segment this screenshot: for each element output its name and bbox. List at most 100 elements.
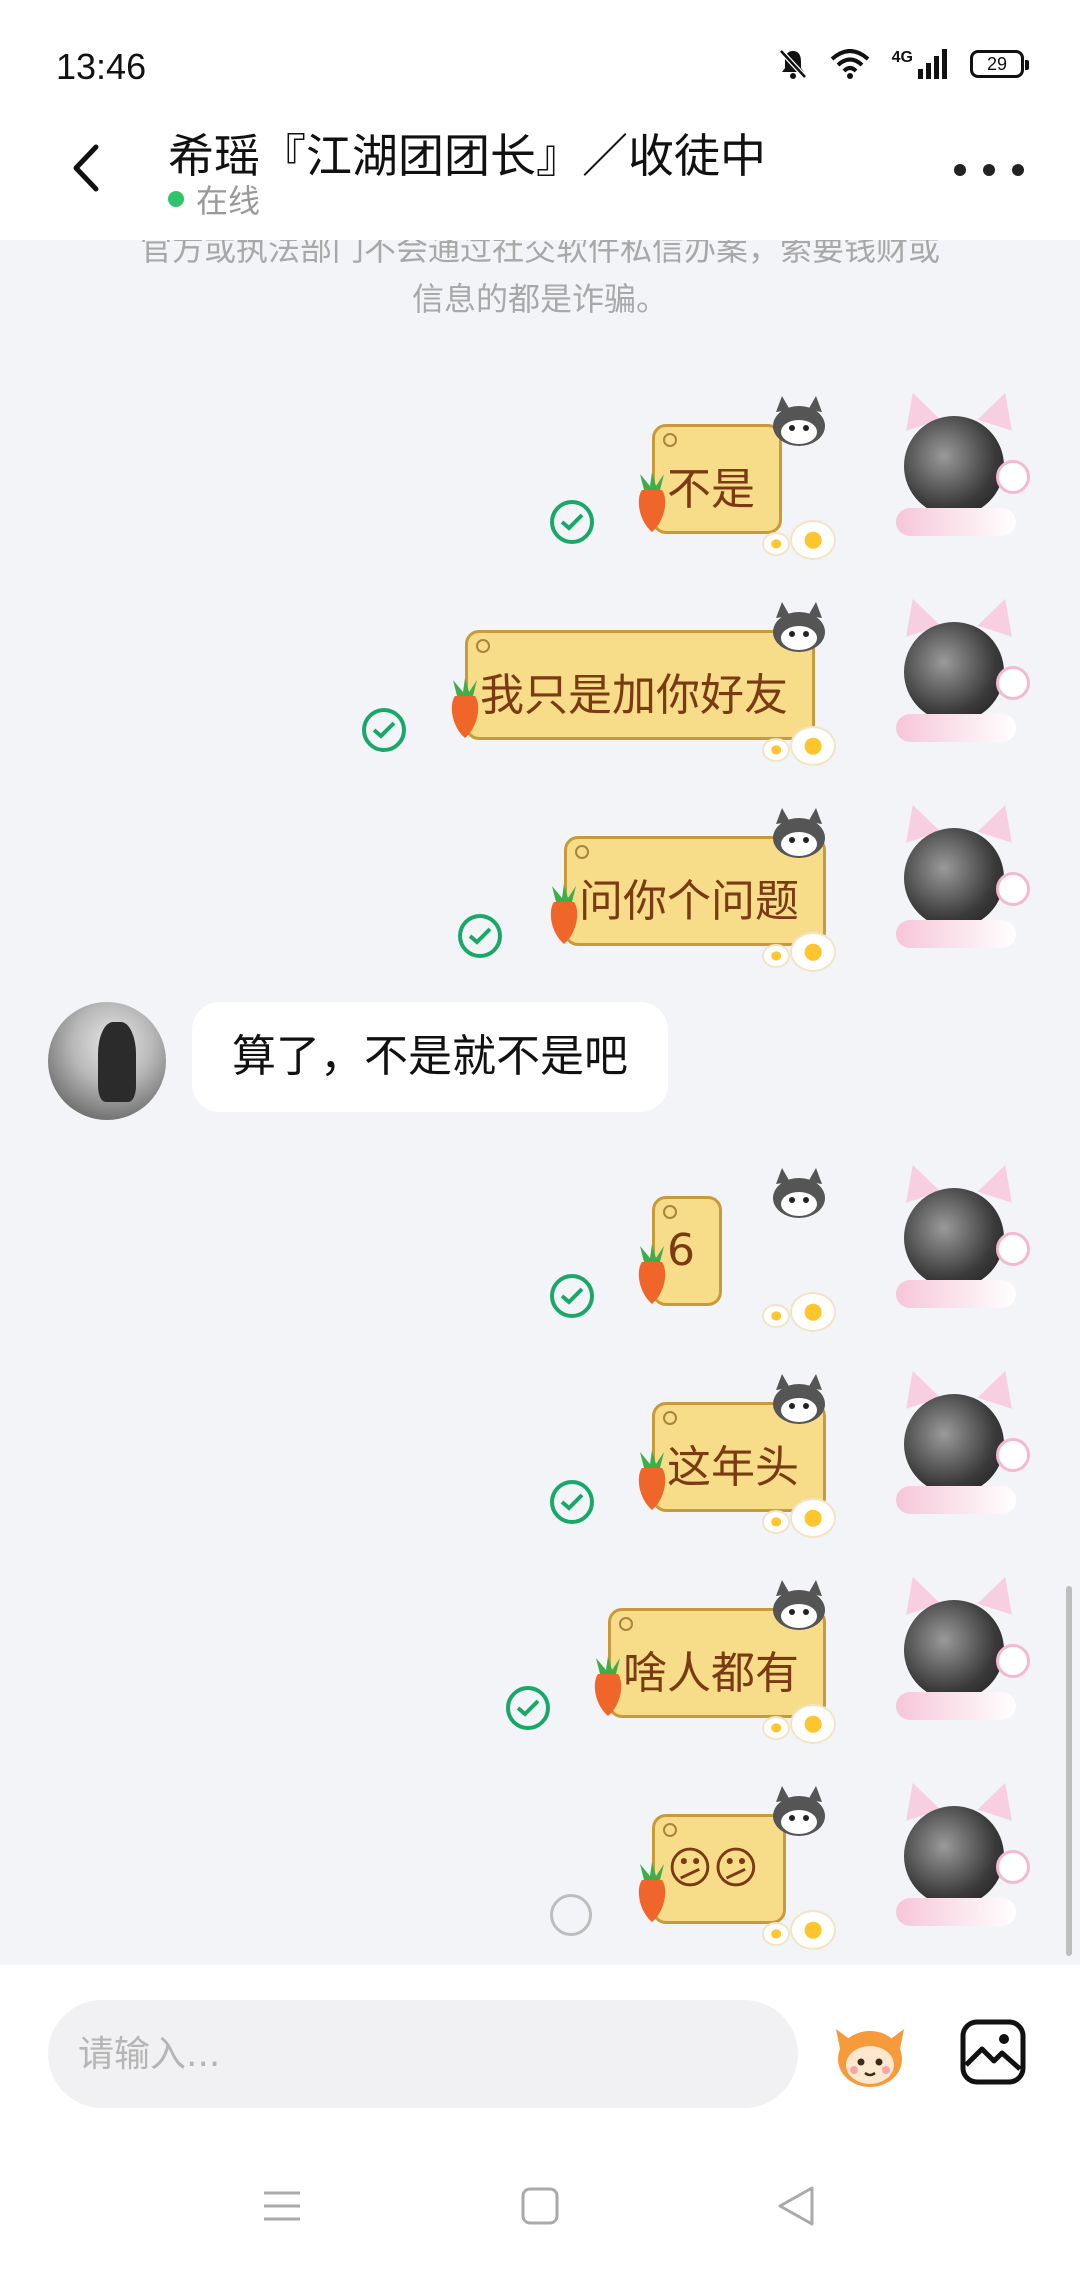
pending-status-icon — [550, 1894, 592, 1936]
nav-back-button[interactable] — [766, 2176, 826, 2236]
back-triangle-icon — [778, 2186, 814, 2226]
egg-decoration — [790, 1498, 836, 1538]
fraud-warning-notice: 官方或执法部门不会通过社交软件私信办案，索要钱财或 信息的都是诈骗。 — [80, 240, 1000, 324]
paw-icon — [996, 872, 1030, 906]
sent-check-icon — [362, 708, 406, 752]
status-icons: 4G 29 — [778, 48, 1029, 80]
message-bubble-wrap[interactable]: 6 — [638, 1168, 836, 1332]
message-row: 这年头 — [0, 1365, 1080, 1538]
cat-sticker-icon — [773, 1374, 825, 1424]
menu-icon — [264, 2191, 300, 2221]
image-icon — [960, 2019, 1026, 2085]
egg-decoration — [790, 1704, 836, 1744]
more-options-button[interactable] — [954, 150, 1024, 190]
chat-scrollbar[interactable] — [1066, 1586, 1072, 1956]
egg-decoration — [790, 1292, 836, 1332]
message-bubble-wrap[interactable]: 😕😕 — [638, 1786, 836, 1950]
message-bubble-wrap[interactable]: 啥人都有 — [594, 1580, 836, 1744]
status-time: 13:46 — [56, 46, 147, 87]
nav-home-button[interactable] — [510, 2176, 570, 2236]
carrot-icon — [550, 884, 578, 944]
incoming-message-bubble[interactable]: 算了，不是就不是吧 — [192, 1002, 668, 1112]
pin-icon — [663, 1205, 677, 1219]
my-avatar[interactable] — [882, 387, 1032, 540]
egg-decoration — [762, 1510, 790, 1534]
egg-decoration — [790, 726, 836, 766]
cat-sticker-icon — [773, 396, 825, 446]
cat-sticker-icon — [773, 1786, 825, 1836]
message-text: 我只是加你好友 — [480, 670, 788, 721]
egg-decoration — [762, 1922, 790, 1946]
pin-icon — [663, 1411, 677, 1425]
status-bar: 13:46 4G 29 — [0, 0, 1080, 120]
more-dot — [1012, 164, 1024, 176]
carrot-icon — [451, 678, 479, 738]
my-avatar[interactable] — [882, 1159, 1032, 1312]
egg-decoration — [790, 932, 836, 972]
emoji-mascot-icon — [836, 2029, 904, 2087]
my-avatar[interactable] — [882, 799, 1032, 952]
egg-decoration — [790, 520, 836, 560]
message-bubble-wrap[interactable]: 问你个问题 — [550, 808, 836, 972]
carrot-icon — [638, 1244, 666, 1304]
carrot-icon — [638, 472, 666, 532]
egg-decoration — [762, 532, 790, 556]
paw-icon — [996, 1438, 1030, 1472]
notice-line-1: 官方或执法部门不会通过社交软件私信办案，索要钱财或 — [139, 240, 940, 268]
my-avatar[interactable] — [882, 1777, 1032, 1930]
pin-icon — [619, 1617, 633, 1631]
back-button[interactable] — [56, 138, 116, 198]
message-bubble-wrap[interactable]: 这年头 — [638, 1374, 836, 1538]
chat-area[interactable]: 官方或执法部门不会通过社交软件私信办案，索要钱财或 信息的都是诈骗。 不是 我只… — [0, 240, 1080, 1965]
message-text: 问你个问题 — [579, 876, 799, 927]
notice-line-2: 信息的都是诈骗。 — [411, 280, 668, 318]
cat-sticker-icon — [773, 1168, 825, 1218]
paw-icon — [996, 1232, 1030, 1266]
cat-sticker-icon — [773, 808, 825, 858]
input-bar — [0, 1965, 1080, 2130]
message-row: 我只是加你好友 — [0, 593, 1080, 766]
my-avatar[interactable] — [882, 1571, 1032, 1724]
pin-icon — [663, 1823, 677, 1837]
message-text: 啥人都有 — [623, 1648, 799, 1699]
message-row: 问你个问题 — [0, 799, 1080, 972]
carrot-icon — [638, 1862, 666, 1922]
message-row: 😕😕 — [0, 1777, 1080, 1950]
message-text: 不是 — [667, 464, 755, 515]
message-bubble[interactable]: 我只是加你好友 — [465, 630, 815, 740]
pin-icon — [476, 639, 490, 653]
my-avatar[interactable] — [882, 593, 1032, 746]
message-input[interactable] — [48, 2000, 798, 2108]
contact-avatar[interactable] — [48, 1002, 166, 1120]
online-status-label: 在线 — [196, 182, 261, 220]
emoji-button[interactable] — [830, 2015, 910, 2095]
paw-icon — [996, 1850, 1030, 1884]
carrot-icon — [594, 1656, 622, 1716]
sent-check-icon — [550, 1480, 594, 1524]
message-row-incoming: 算了，不是就不是吧 — [0, 1002, 1080, 1132]
system-nav-bar — [0, 2130, 1080, 2280]
my-avatar[interactable] — [882, 1365, 1032, 1518]
nav-menu-button[interactable] — [252, 2176, 312, 2236]
message-row: 不是 — [0, 387, 1080, 560]
pin-icon — [575, 845, 589, 859]
message-row: 啥人都有 — [0, 1571, 1080, 1744]
mute-bell-icon — [778, 49, 807, 79]
online-dot — [168, 191, 184, 207]
image-button[interactable] — [958, 2017, 1028, 2087]
more-dot — [983, 164, 995, 176]
home-square-icon — [521, 2187, 559, 2225]
paw-icon — [996, 460, 1030, 494]
signal-icon — [918, 49, 947, 79]
wifi-icon — [830, 49, 869, 79]
paw-icon — [996, 666, 1030, 700]
message-row: 6 — [0, 1159, 1080, 1332]
message-text: 😕😕 — [667, 1843, 759, 1894]
chevron-left-icon — [73, 144, 99, 192]
egg-decoration — [762, 1304, 790, 1328]
sent-check-icon — [458, 914, 502, 958]
carrot-icon — [638, 1450, 666, 1510]
message-bubble-wrap[interactable]: 我只是加你好友 — [451, 602, 836, 766]
message-bubble-wrap[interactable]: 不是 — [638, 396, 836, 560]
chat-header: 希瑶『江湖团团长』／收徒中 在线 — [0, 120, 1080, 240]
